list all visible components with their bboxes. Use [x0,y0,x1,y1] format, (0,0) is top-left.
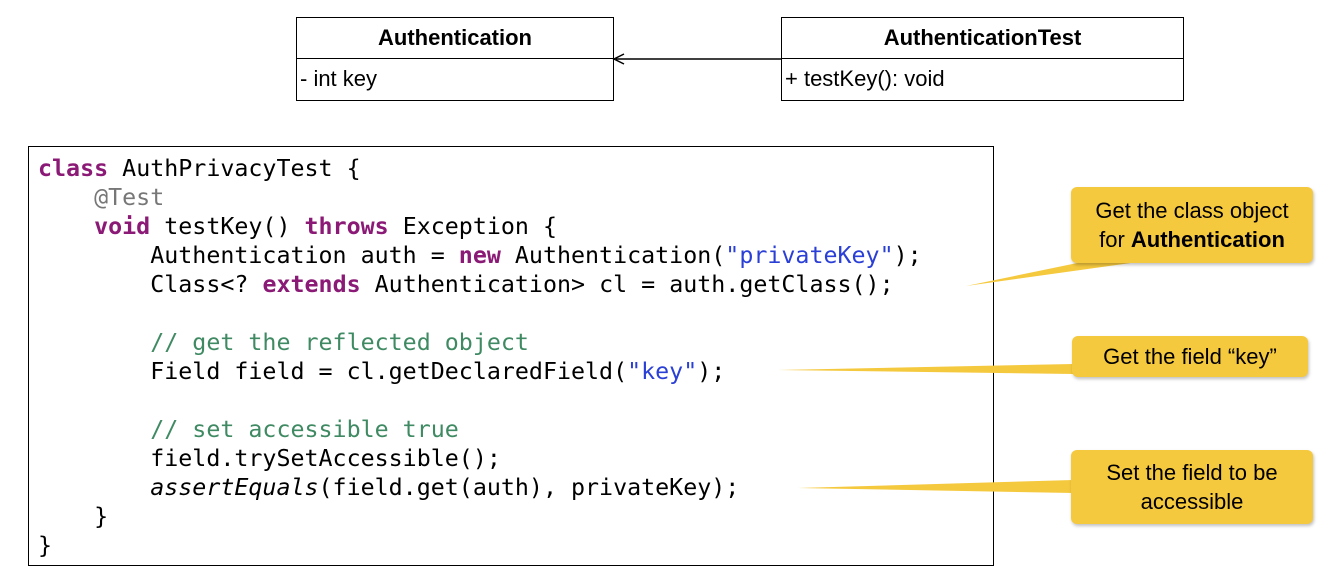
callout-pointer-2 [778,364,1073,374]
callout-text: Get the field “key” [1103,344,1277,369]
callout-class-object: Get the class object for Authentication [1071,187,1313,263]
callout-text: Set the field to be accessible [1106,460,1278,514]
callout-pointer-3 [798,480,1073,493]
callout-text: Get the class object [1095,198,1289,223]
callout-text-prefix: for [1099,227,1131,252]
callout-text: for Authentication [1099,225,1285,254]
callout-pointer-1 [966,261,1145,286]
callout-text-bold: Authentication [1130,227,1285,252]
callout-set-accessible: Set the field to be accessible [1071,450,1313,524]
callout-get-field: Get the field “key” [1072,336,1308,377]
